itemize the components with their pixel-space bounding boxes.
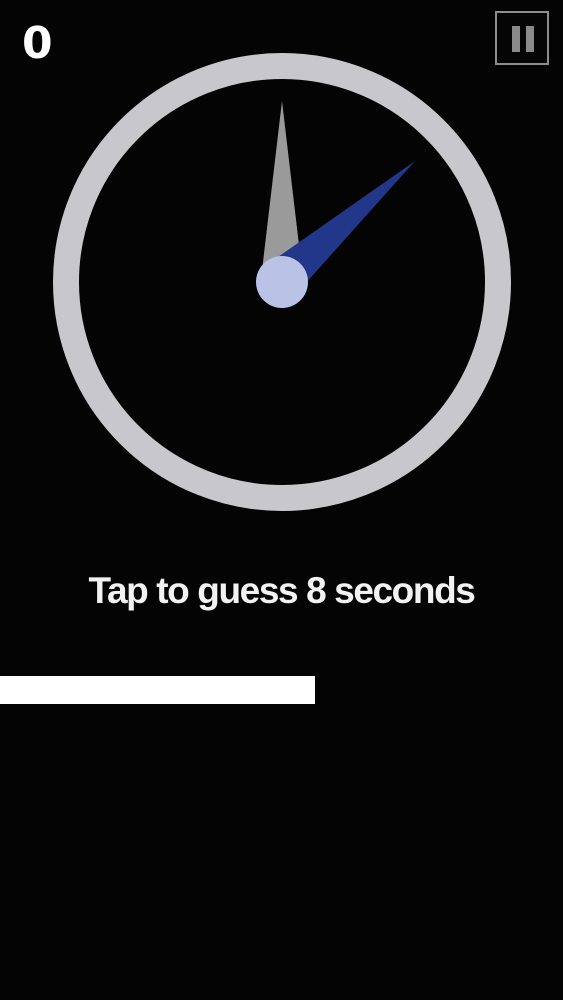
pause-icon-bar <box>526 26 534 52</box>
guess-prompt: Tap to guess 8 seconds <box>88 570 476 611</box>
pause-icon <box>512 26 520 52</box>
clock-hub <box>256 256 308 308</box>
clock-dial[interactable] <box>51 51 513 513</box>
timer-bar <box>0 676 563 704</box>
score-counter: 0 <box>22 18 53 69</box>
timer-bar-fill <box>0 676 316 704</box>
